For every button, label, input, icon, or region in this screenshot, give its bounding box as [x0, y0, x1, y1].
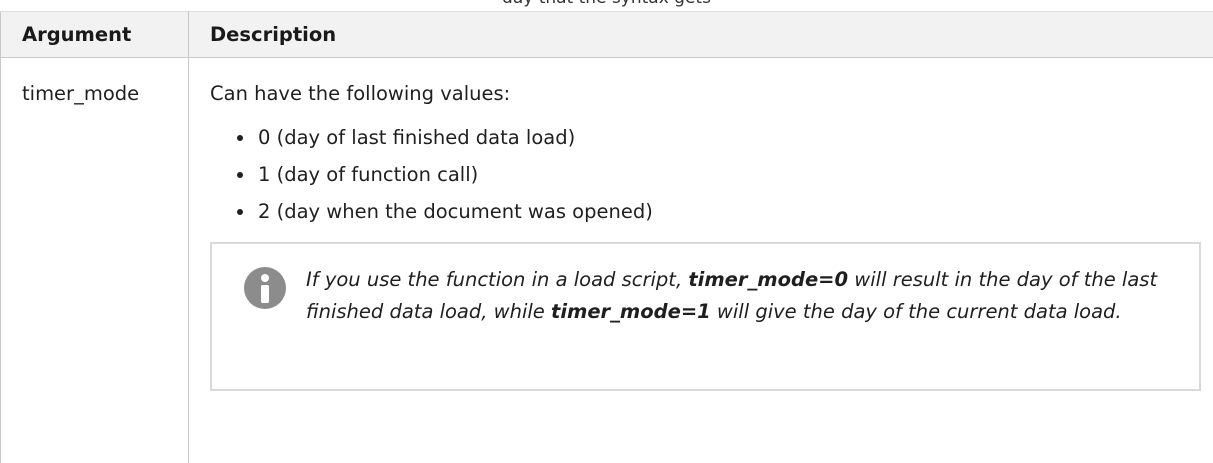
- argument-cell: timer_mode: [1, 58, 189, 463]
- description-intro: Can have the following values:: [210, 82, 1205, 106]
- values-list: 0 (day of last finished data load) 1 (da…: [210, 126, 1205, 224]
- note-bold-timer-mode-1: timer_mode=1: [551, 300, 711, 323]
- list-item: 1 (day of function call): [256, 163, 1205, 187]
- note-bold-timer-mode-0: timer_mode=0: [688, 268, 848, 291]
- note-box: If you use the function in a load script…: [210, 242, 1201, 391]
- table-caption-fragment: day that the syntax gets: [0, 0, 1213, 8]
- header-argument: Argument: [1, 12, 189, 58]
- table-header-row: Argument Description: [1, 12, 1213, 58]
- header-description: Description: [189, 12, 1213, 58]
- list-item: 2 (day when the document was opened): [256, 200, 1205, 224]
- list-item: 0 (day of last finished data load): [256, 126, 1205, 150]
- table-row: timer_mode Can have the following values…: [1, 58, 1213, 463]
- argument-name: timer_mode: [1, 58, 188, 106]
- description-cell: Can have the following values: 0 (day of…: [189, 58, 1213, 463]
- arguments-table: Argument Description timer_mode Can have…: [0, 11, 1213, 463]
- info-icon: [244, 267, 286, 309]
- note-text: If you use the function in a load script…: [306, 264, 1186, 328]
